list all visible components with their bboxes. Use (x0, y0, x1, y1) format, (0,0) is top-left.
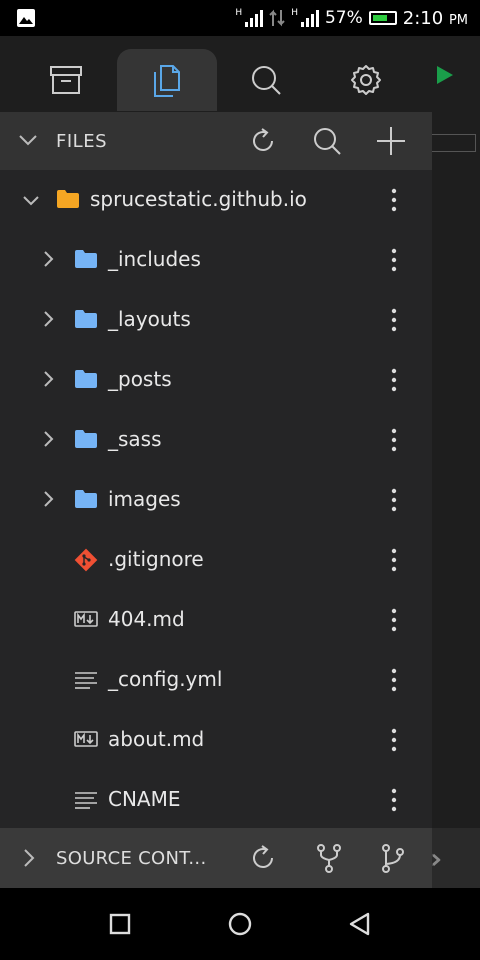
markdown-icon (74, 611, 98, 627)
text-file-icon (75, 672, 97, 689)
chevron-right-icon[interactable] (42, 430, 56, 448)
signal-icon: H (235, 8, 264, 27)
search-icon (252, 66, 281, 95)
tree-item[interactable]: _layouts (0, 290, 432, 350)
git-branch-icon[interactable] (378, 843, 408, 873)
chevron-right-icon[interactable] (22, 848, 36, 868)
run-icon[interactable] (437, 66, 453, 84)
markdown-icon (74, 731, 98, 747)
folder-icon (75, 250, 97, 268)
network-type-label: H (235, 8, 243, 18)
side-drawer: FILES sprucestatic.github.io _includes _… (0, 36, 432, 888)
more-vert-icon[interactable] (388, 608, 400, 632)
editor-bottom-strip (432, 828, 480, 888)
folder-open-icon (57, 190, 79, 208)
tree-item-label: 404.md (108, 607, 185, 631)
git-icon (74, 548, 98, 572)
data-transfer-icon (269, 9, 285, 27)
chevron-down-icon[interactable] (22, 192, 40, 210)
tree-item[interactable]: 404.md (0, 590, 432, 650)
tree-root-label: sprucestatic.github.io (90, 187, 307, 211)
chevron-right-icon[interactable] (42, 490, 56, 508)
tab-search[interactable] (216, 49, 316, 111)
recents-icon[interactable] (106, 910, 134, 938)
clock-ampm: PM (448, 12, 468, 28)
chevron-down-icon[interactable] (18, 130, 38, 150)
file-tree: sprucestatic.github.io _includes _layout… (0, 170, 432, 828)
tree-item-label: _includes (108, 247, 201, 271)
files-icon (154, 65, 180, 97)
battery-icon (368, 11, 397, 25)
more-vert-icon[interactable] (388, 308, 400, 332)
more-vert-icon[interactable] (388, 188, 400, 212)
activity-tab-bar (0, 36, 432, 112)
more-vert-icon[interactable] (388, 668, 400, 692)
tree-item[interactable]: images (0, 470, 432, 530)
more-vert-icon[interactable] (388, 248, 400, 272)
folder-icon (75, 490, 97, 508)
git-fork-icon[interactable] (314, 843, 344, 873)
chevron-right-icon[interactable] (42, 370, 56, 388)
tree-item-label: .gitignore (108, 547, 204, 571)
status-bar: H H 57% 2:10 PM (0, 0, 480, 36)
source-control-title: SOURCE CONT... (56, 848, 207, 869)
tree-item[interactable]: about.md (0, 710, 432, 770)
image-notification-icon (17, 9, 35, 27)
back-icon[interactable] (346, 910, 374, 938)
files-search-icon[interactable] (312, 126, 342, 156)
editor-background (432, 36, 480, 888)
gear-icon (351, 65, 381, 95)
chevron-right-icon[interactable] (42, 250, 56, 268)
network-type-label-2: H (291, 8, 298, 18)
refresh-icon[interactable] (248, 126, 278, 156)
more-vert-icon[interactable] (388, 788, 400, 812)
archive-icon (50, 66, 82, 94)
more-vert-icon[interactable] (388, 368, 400, 392)
source-control-header[interactable]: SOURCE CONT... (0, 828, 432, 888)
signal-icon-2: H (291, 9, 319, 27)
tree-item[interactable]: _posts (0, 350, 432, 410)
tree-item[interactable]: _config.yml (0, 650, 432, 710)
tree-item-label: _sass (108, 427, 162, 451)
more-vert-icon[interactable] (388, 548, 400, 572)
tree-item-label: CNAME (108, 787, 181, 811)
folder-icon (75, 430, 97, 448)
tree-item[interactable]: CNAME (0, 770, 432, 830)
tree-item-label: _posts (108, 367, 172, 391)
folder-icon (75, 370, 97, 388)
editor-input-edge (432, 134, 476, 152)
text-file-icon (75, 792, 97, 809)
tab-settings[interactable] (316, 49, 416, 111)
refresh-icon[interactable] (248, 843, 278, 873)
files-title: FILES (56, 131, 107, 152)
battery-percent: 57% (324, 8, 363, 28)
system-nav-bar (0, 888, 480, 960)
files-section-header[interactable]: FILES (0, 112, 432, 170)
more-vert-icon[interactable] (388, 488, 400, 512)
chevron-right-icon[interactable] (42, 310, 56, 328)
more-vert-icon[interactable] (388, 428, 400, 452)
tab-files[interactable] (117, 49, 217, 111)
home-icon[interactable] (226, 910, 254, 938)
tree-root-row[interactable]: sprucestatic.github.io (0, 170, 432, 230)
tree-item-label: _layouts (108, 307, 191, 331)
clock: 2:10 PM (403, 8, 468, 29)
tab-archive[interactable] (16, 49, 116, 111)
clock-time: 2:10 (402, 7, 444, 29)
tree-item-label: _config.yml (108, 667, 223, 691)
tree-item-label: about.md (108, 727, 205, 751)
folder-icon (75, 310, 97, 328)
tree-item[interactable]: _includes (0, 230, 432, 290)
more-vert-icon[interactable] (388, 728, 400, 752)
tree-item[interactable]: .gitignore (0, 530, 432, 590)
tree-item-label: images (108, 487, 181, 511)
plus-icon[interactable] (376, 126, 406, 156)
tree-item[interactable]: _sass (0, 410, 432, 470)
